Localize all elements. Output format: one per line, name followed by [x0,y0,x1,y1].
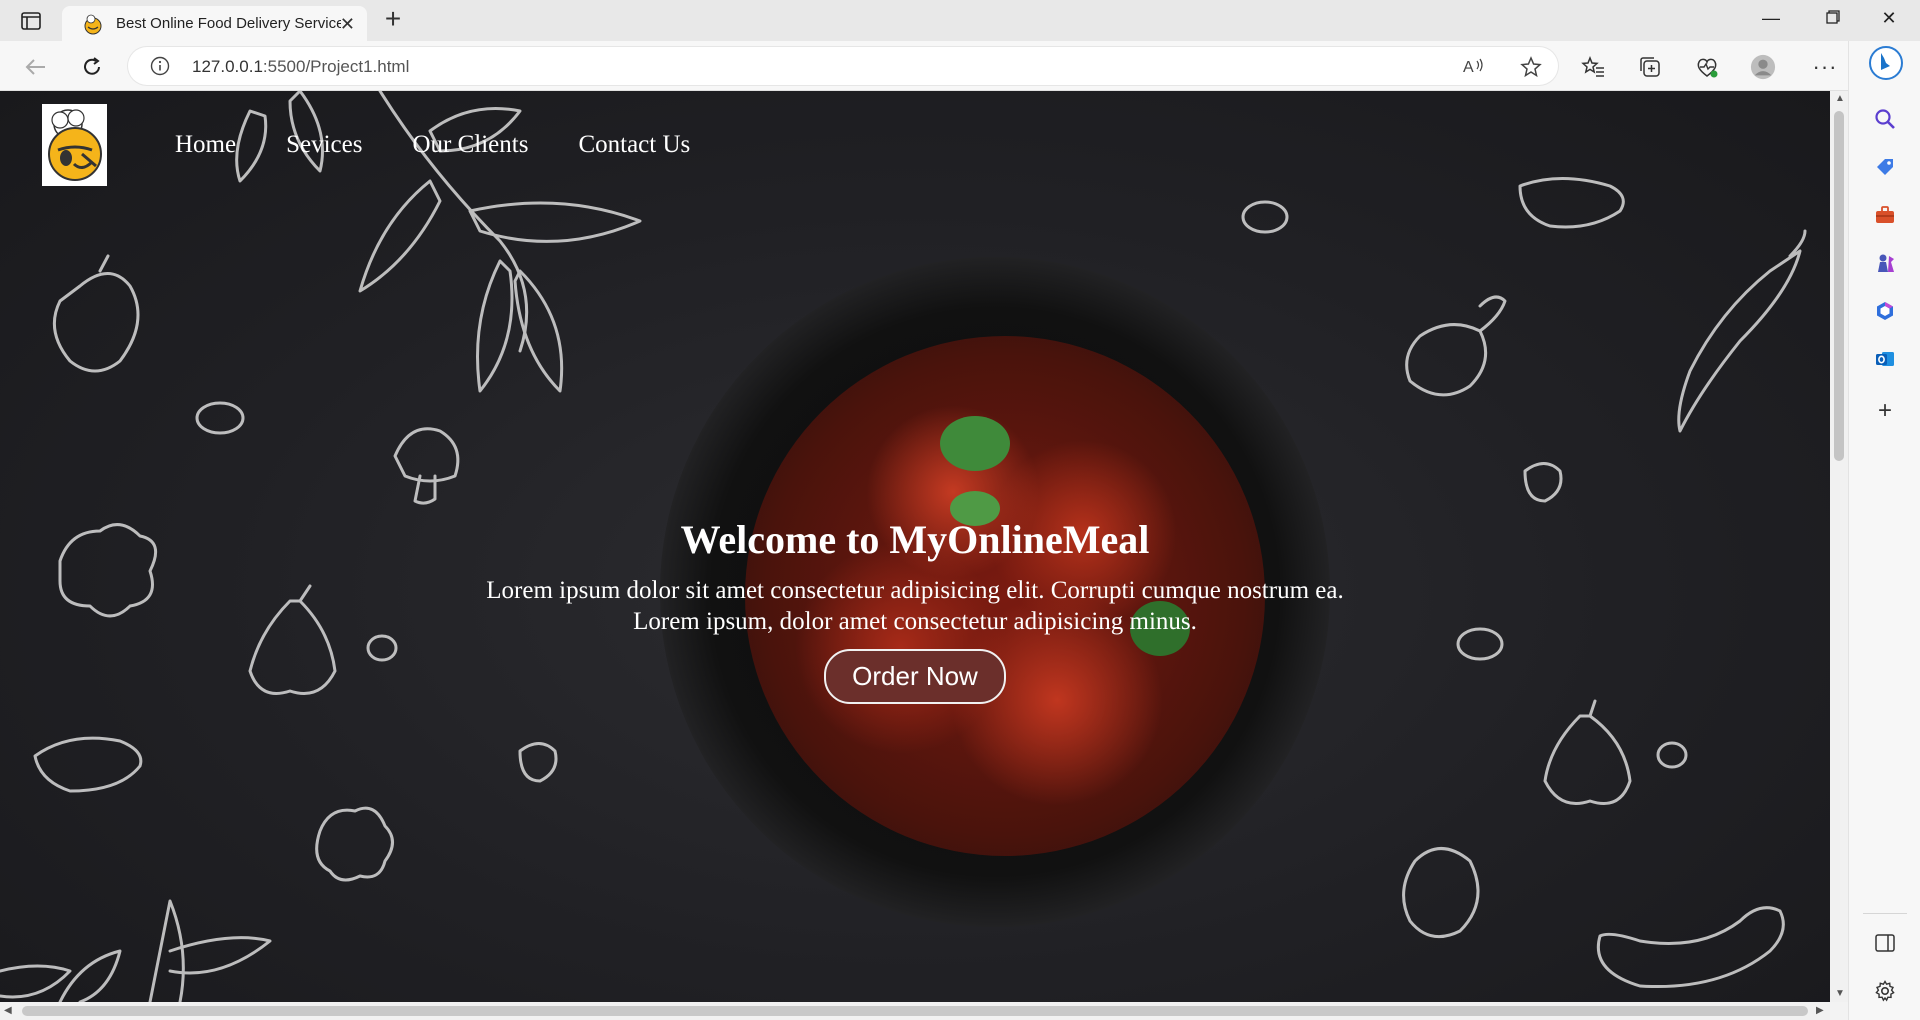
url-text: 127.0.0.1:5500/Project1.html [192,57,410,76]
nav-contact-us-link[interactable]: Contact Us [578,131,690,159]
back-icon[interactable] [22,53,50,81]
favorites-icon[interactable] [1580,54,1606,80]
nav-home-link[interactable]: Home [175,131,236,159]
horizontal-scroll-thumb[interactable] [22,1006,1808,1016]
tab-title: Best Online Food Delivery Service [116,15,341,32]
edge-sidebar: + [1848,41,1920,1020]
scroll-left-arrow-icon[interactable]: ◀ [4,1005,12,1016]
nav-services-link[interactable]: Sevices [286,131,362,159]
horizontal-scrollbar[interactable]: ◀ ▶ [0,1002,1830,1020]
sidebar-divider [1863,913,1907,914]
restore-icon[interactable] [1818,8,1848,29]
favorite-star-icon[interactable] [1520,56,1542,83]
bing-copilot-icon[interactable] [1868,45,1904,81]
hero-title: Welcome to MyOnlineMeal [680,517,1150,562]
vertical-scroll-thumb[interactable] [1834,111,1844,461]
profile-avatar[interactable] [1750,54,1776,80]
svg-text:A: A [1463,59,1474,76]
more-menu-icon[interactable]: ··· [1812,54,1838,80]
vertical-scrollbar[interactable]: ▲ ▼ [1830,91,1848,1002]
order-now-button[interactable]: Order Now [824,649,1006,704]
browser-tab[interactable]: Best Online Food Delivery Service ✕ [62,6,367,41]
hero-description: Lorem ipsum dolor sit amet consectetur a… [486,577,1344,635]
new-tab-icon[interactable]: + [378,4,408,34]
collections-icon[interactable] [1637,54,1663,80]
minimize-icon[interactable]: — [1756,8,1786,29]
tab-close-icon[interactable]: ✕ [340,14,355,35]
refresh-icon[interactable] [78,53,106,81]
scroll-down-arrow-icon[interactable]: ▼ [1835,988,1845,999]
address-bar[interactable]: 127.0.0.1:5500/Project1.html A [128,47,1558,85]
cilantro-garnish [940,416,1010,471]
scroll-right-arrow-icon[interactable]: ▶ [1816,1005,1824,1016]
tools-briefcase-icon[interactable] [1871,201,1899,229]
hide-sidebar-icon[interactable] [1871,929,1899,957]
games-chess-icon[interactable] [1871,249,1899,277]
browser-toolbar: 127.0.0.1:5500/Project1.html A ··· [0,41,1920,91]
close-window-icon[interactable]: ✕ [1874,8,1904,29]
site-info-icon[interactable] [150,56,170,81]
microsoft-365-icon[interactable] [1871,297,1899,325]
browser-essentials-icon[interactable] [1694,54,1720,80]
tab-actions-icon[interactable] [18,10,44,32]
site-logo[interactable] [42,104,107,186]
browser-title-bar: Best Online Food Delivery Service ✕ + — … [0,0,1920,41]
read-aloud-icon[interactable]: A [1463,56,1485,81]
shopping-tag-icon[interactable] [1871,153,1899,181]
hero-section: Welcome to MyOnlineMeal Lorem ipsum dolo… [0,516,1830,704]
scroll-up-arrow-icon[interactable]: ▲ [1835,93,1845,104]
site-favicon-icon [82,13,104,35]
add-sidebar-app-icon[interactable]: + [1871,397,1899,425]
search-icon[interactable] [1871,105,1899,133]
nav-our-clients-link[interactable]: Our Clients [412,131,528,159]
page-viewport: Home Sevices Our Clients Contact Us Welc… [0,91,1830,1002]
site-navigation: Home Sevices Our Clients Contact Us [175,131,740,159]
outlook-icon[interactable] [1871,345,1899,373]
settings-gear-icon[interactable] [1871,977,1899,1005]
